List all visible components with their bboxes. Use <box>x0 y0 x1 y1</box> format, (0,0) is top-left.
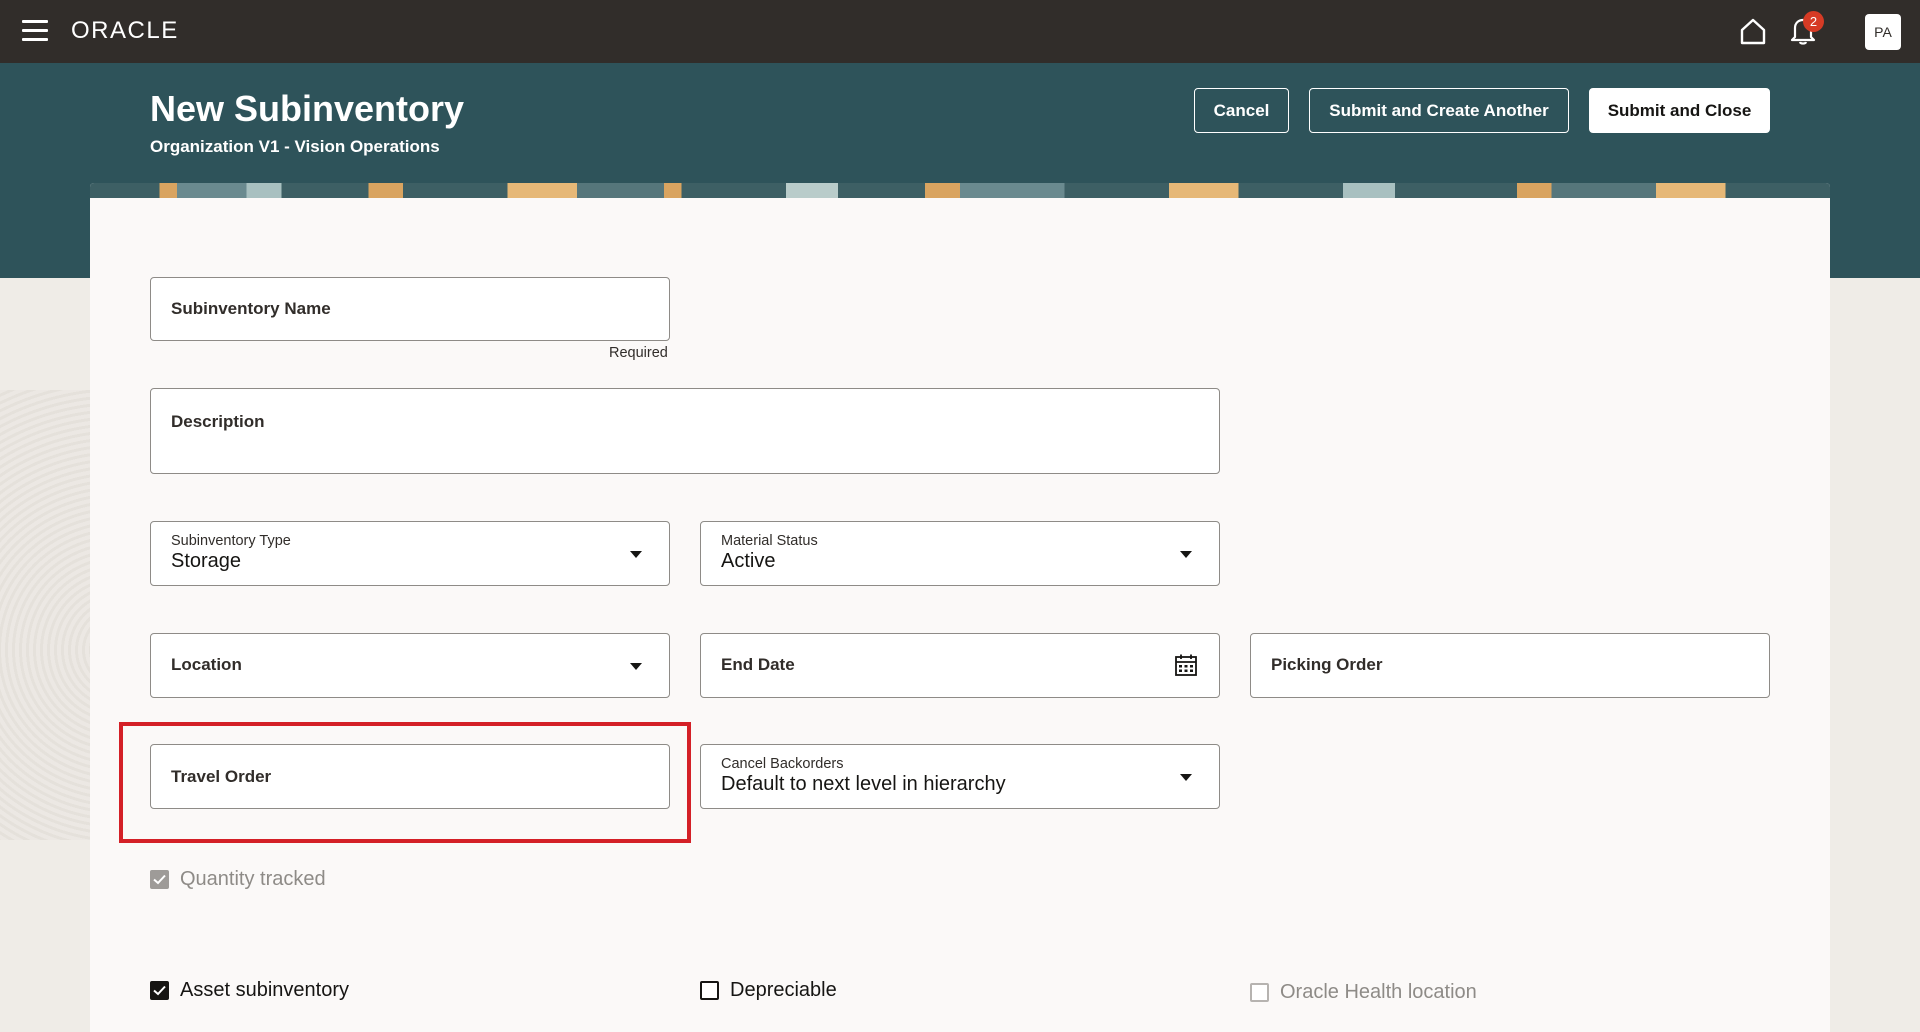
check-icon <box>153 985 166 996</box>
checkbox-box <box>700 981 719 1000</box>
subinventory-name-field[interactable]: Subinventory Name <box>150 277 670 341</box>
chevron-down-icon <box>1180 774 1192 781</box>
decorative-texture <box>0 390 90 840</box>
decorative-banner-stripe <box>90 183 1830 198</box>
depreciable-label: Depreciable <box>730 979 837 1001</box>
oracle-logo[interactable]: ORACLE <box>71 17 179 45</box>
subinventory-type-select[interactable]: Subinventory Type Storage <box>150 521 670 586</box>
material-status-label: Material Status <box>721 533 818 549</box>
chevron-down-icon <box>630 551 642 558</box>
picking-order-label: Picking Order <box>1271 655 1383 674</box>
picking-order-field[interactable]: Picking Order <box>1250 633 1770 698</box>
material-status-select[interactable]: Material Status Active <box>700 521 1220 586</box>
menu-icon[interactable] <box>22 20 48 42</box>
subinventory-type-label: Subinventory Type <box>171 533 291 549</box>
required-helper-text: Required <box>609 345 668 361</box>
submit-and-close-button[interactable]: Submit and Close <box>1589 88 1770 133</box>
chevron-down-icon <box>1180 551 1192 558</box>
quantity-tracked-label: Quantity tracked <box>180 868 326 890</box>
user-avatar[interactable]: PA <box>1865 14 1901 50</box>
asset-subinventory-label: Asset subinventory <box>180 979 349 1001</box>
cancel-backorders-select[interactable]: Cancel Backorders Default to next level … <box>700 744 1220 809</box>
notification-badge[interactable]: 2 <box>1803 11 1824 32</box>
quantity-tracked-checkbox[interactable]: Quantity tracked <box>150 868 326 891</box>
asset-subinventory-checkbox[interactable]: Asset subinventory <box>150 979 349 1002</box>
material-status-value: Active <box>721 550 776 572</box>
check-icon <box>153 874 166 885</box>
end-date-label: End Date <box>721 655 795 674</box>
cancel-backorders-label: Cancel Backorders <box>721 756 844 772</box>
oracle-health-location-label: Oracle Health location <box>1280 981 1477 1003</box>
checkbox-box <box>150 981 169 1000</box>
cancel-backorders-value: Default to next level in hierarchy <box>721 773 1006 795</box>
location-label: Location <box>171 655 242 674</box>
location-select[interactable]: Location <box>150 633 670 698</box>
cancel-button[interactable]: Cancel <box>1194 88 1289 133</box>
subinventory-name-label: Subinventory Name <box>171 299 331 318</box>
page-subtitle: Organization V1 - Vision Operations <box>150 137 440 156</box>
description-label: Description <box>171 412 265 431</box>
travel-order-label: Travel Order <box>171 767 272 786</box>
checkbox-box <box>150 870 169 889</box>
oracle-health-location-checkbox[interactable]: Oracle Health location <box>1250 981 1477 1004</box>
subinventory-type-value: Storage <box>171 550 242 572</box>
page-title: New Subinventory <box>150 88 465 129</box>
travel-order-field[interactable]: Travel Order <box>150 744 670 809</box>
chevron-down-icon <box>630 663 642 670</box>
global-header: ORACLE 2 PA <box>0 0 1920 63</box>
home-icon[interactable] <box>1738 16 1768 46</box>
calendar-icon[interactable] <box>1174 653 1198 677</box>
description-field[interactable]: Description <box>150 388 1220 474</box>
depreciable-checkbox[interactable]: Depreciable <box>700 979 837 1002</box>
submit-and-create-another-button[interactable]: Submit and Create Another <box>1309 88 1569 133</box>
end-date-field[interactable]: End Date <box>700 633 1220 698</box>
checkbox-box <box>1250 983 1269 1002</box>
